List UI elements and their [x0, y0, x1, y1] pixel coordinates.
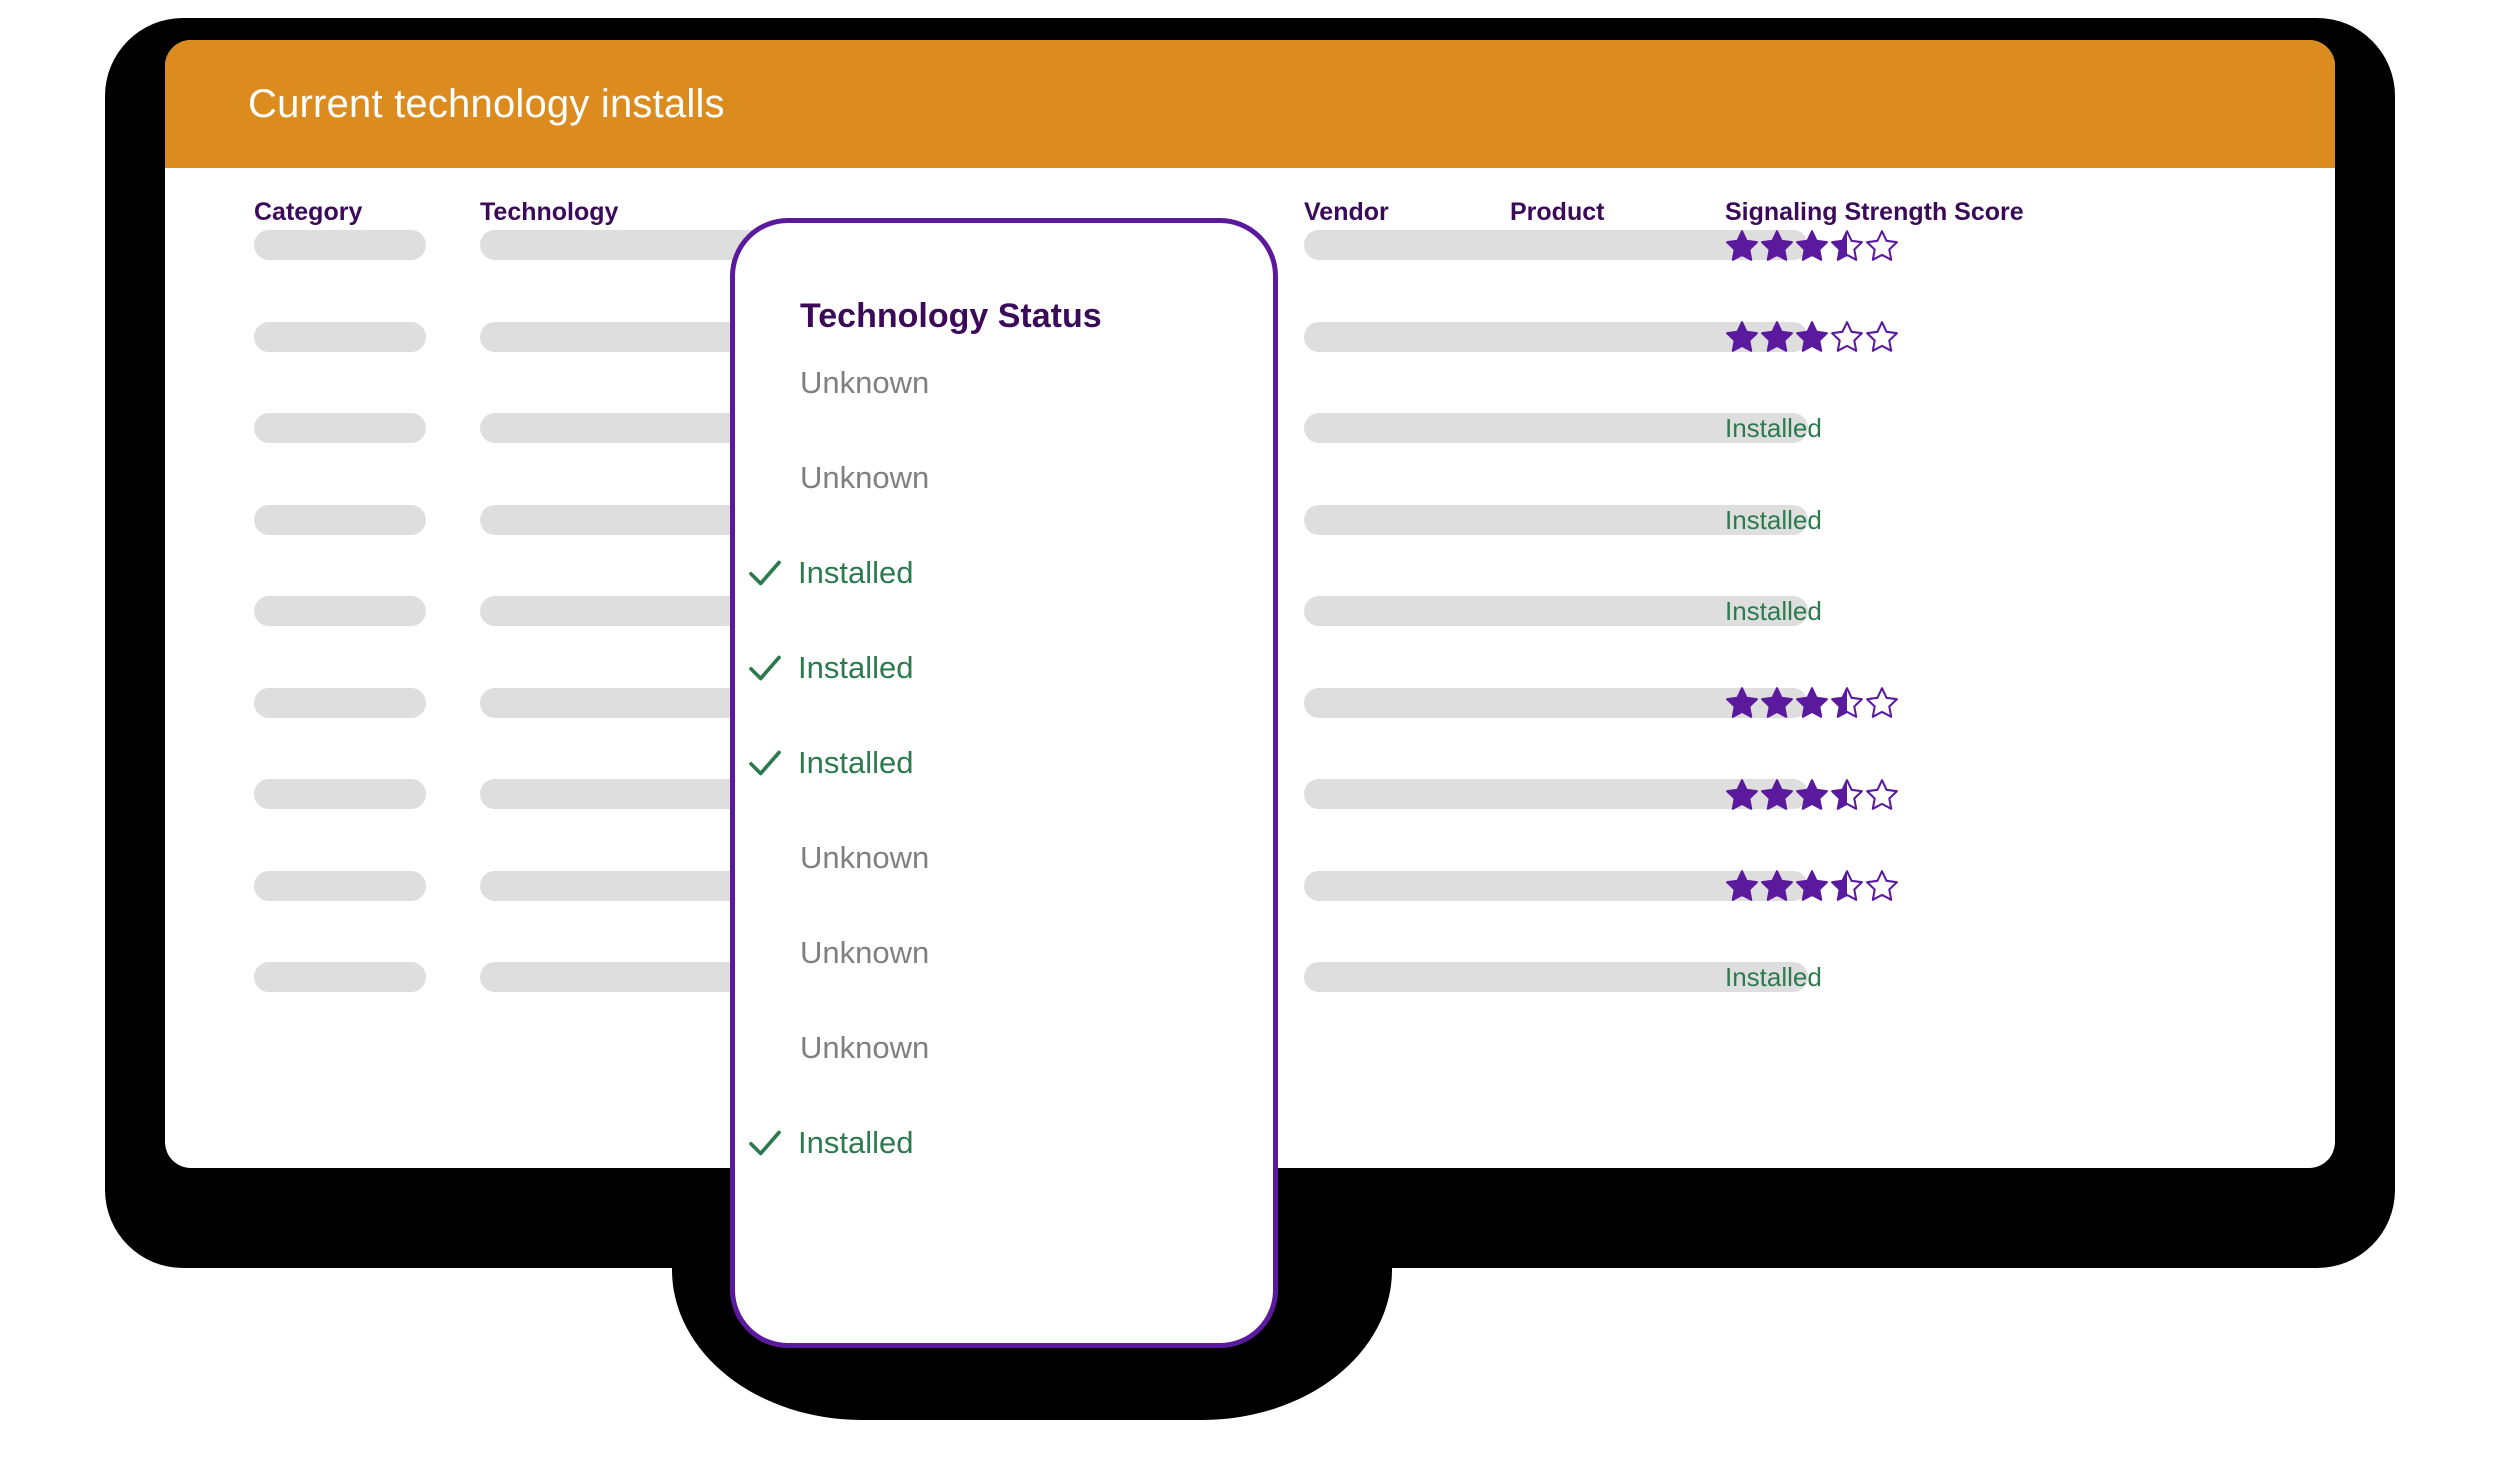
skeleton-cell-category [254, 870, 426, 901]
status-label: Unknown [800, 935, 930, 970]
skeleton-cell-category [254, 687, 426, 718]
technology-status-phone-card[interactable]: Technology Status Unknown Unknown Installe… [730, 218, 1278, 1348]
star-icon [1760, 869, 1794, 902]
star-icon [1865, 778, 1899, 811]
signaling-strength-cell [1725, 770, 1899, 818]
status-badge: Installed [1725, 413, 1822, 443]
status-badge: Installed [1725, 504, 1822, 535]
signaling-strength-cell: Installed [1725, 587, 1822, 635]
status-label: Installed [798, 745, 914, 780]
signaling-strength-cell: Installed [1725, 404, 1822, 452]
star-icon [1760, 686, 1794, 719]
star-icon [1795, 869, 1829, 902]
star-icon [1760, 320, 1794, 353]
star-icon [1830, 869, 1864, 902]
status-label: Installed [798, 650, 914, 685]
status-badge: Installed [1725, 962, 1822, 992]
column-header-technology: Technology [480, 198, 619, 226]
star-icon [1830, 778, 1864, 811]
status-badge: Installed [1725, 596, 1822, 626]
skeleton-cell-category [254, 779, 426, 809]
status-list-item[interactable]: Unknown [735, 929, 1273, 977]
star-icon [1725, 869, 1759, 902]
star-icon [1795, 320, 1829, 353]
skeleton-cell-category [254, 230, 426, 260]
star-icon [1830, 320, 1864, 353]
page-title: Current technology installs [248, 81, 725, 126]
star-icon [1865, 320, 1899, 353]
check-icon [735, 742, 798, 784]
signaling-strength-cell [1725, 313, 1899, 361]
star-rating [1725, 320, 1899, 353]
status-label: Unknown [800, 1030, 930, 1065]
status-label: Unknown [800, 840, 930, 875]
star-rating [1725, 686, 1899, 719]
status-label: Unknown [800, 365, 930, 400]
skeleton-cell-category [254, 596, 426, 626]
star-icon [1760, 229, 1794, 262]
signaling-strength-cell [1725, 221, 1899, 269]
signaling-strength-cell [1725, 679, 1899, 727]
star-icon [1760, 778, 1794, 811]
check-icon [735, 552, 798, 594]
column-header-category: Category [254, 198, 363, 226]
status-list-item[interactable]: Unknown [735, 359, 1273, 407]
status-list-item[interactable]: Unknown [735, 834, 1273, 882]
star-icon [1725, 320, 1759, 353]
skeleton-cell-category [254, 413, 426, 443]
app-header: Current technology installs [165, 40, 2335, 168]
skeleton-cell-category [254, 504, 426, 535]
status-list-item[interactable]: Installed [735, 1119, 1273, 1167]
star-rating [1725, 229, 1899, 262]
status-list-item[interactable]: Unknown [735, 1024, 1273, 1072]
star-icon [1795, 229, 1829, 262]
phone-card-title: Technology Status [800, 297, 1102, 335]
column-header-vendor: Vendor [1304, 198, 1389, 226]
column-header-product: Product [1510, 198, 1605, 226]
star-icon [1725, 778, 1759, 811]
skeleton-cell-category [254, 962, 426, 992]
star-icon [1865, 869, 1899, 902]
star-icon [1725, 229, 1759, 262]
star-icon [1830, 229, 1864, 262]
star-icon [1865, 229, 1899, 262]
star-icon [1865, 686, 1899, 719]
status-label: Installed [798, 555, 914, 590]
star-rating [1725, 778, 1899, 811]
star-rating [1725, 869, 1899, 902]
monitor-illustration: Current technology installs Category Tec… [0, 0, 2501, 1459]
status-label: Unknown [800, 460, 930, 495]
skeleton-cell-category [254, 321, 426, 352]
star-icon [1830, 686, 1864, 719]
status-list-item[interactable]: Installed [735, 739, 1273, 787]
status-list-item[interactable]: Unknown [735, 454, 1273, 502]
status-list-item[interactable]: Installed [735, 549, 1273, 597]
check-icon [735, 647, 798, 689]
signaling-strength-cell [1725, 862, 1899, 910]
star-icon [1725, 686, 1759, 719]
signaling-strength-cell: Installed [1725, 496, 1822, 544]
star-icon [1795, 686, 1829, 719]
star-icon [1795, 778, 1829, 811]
check-icon [735, 1122, 798, 1164]
signaling-strength-cell: Installed [1725, 953, 1822, 1001]
status-label: Installed [798, 1125, 914, 1160]
status-list-item[interactable]: Installed [735, 644, 1273, 692]
